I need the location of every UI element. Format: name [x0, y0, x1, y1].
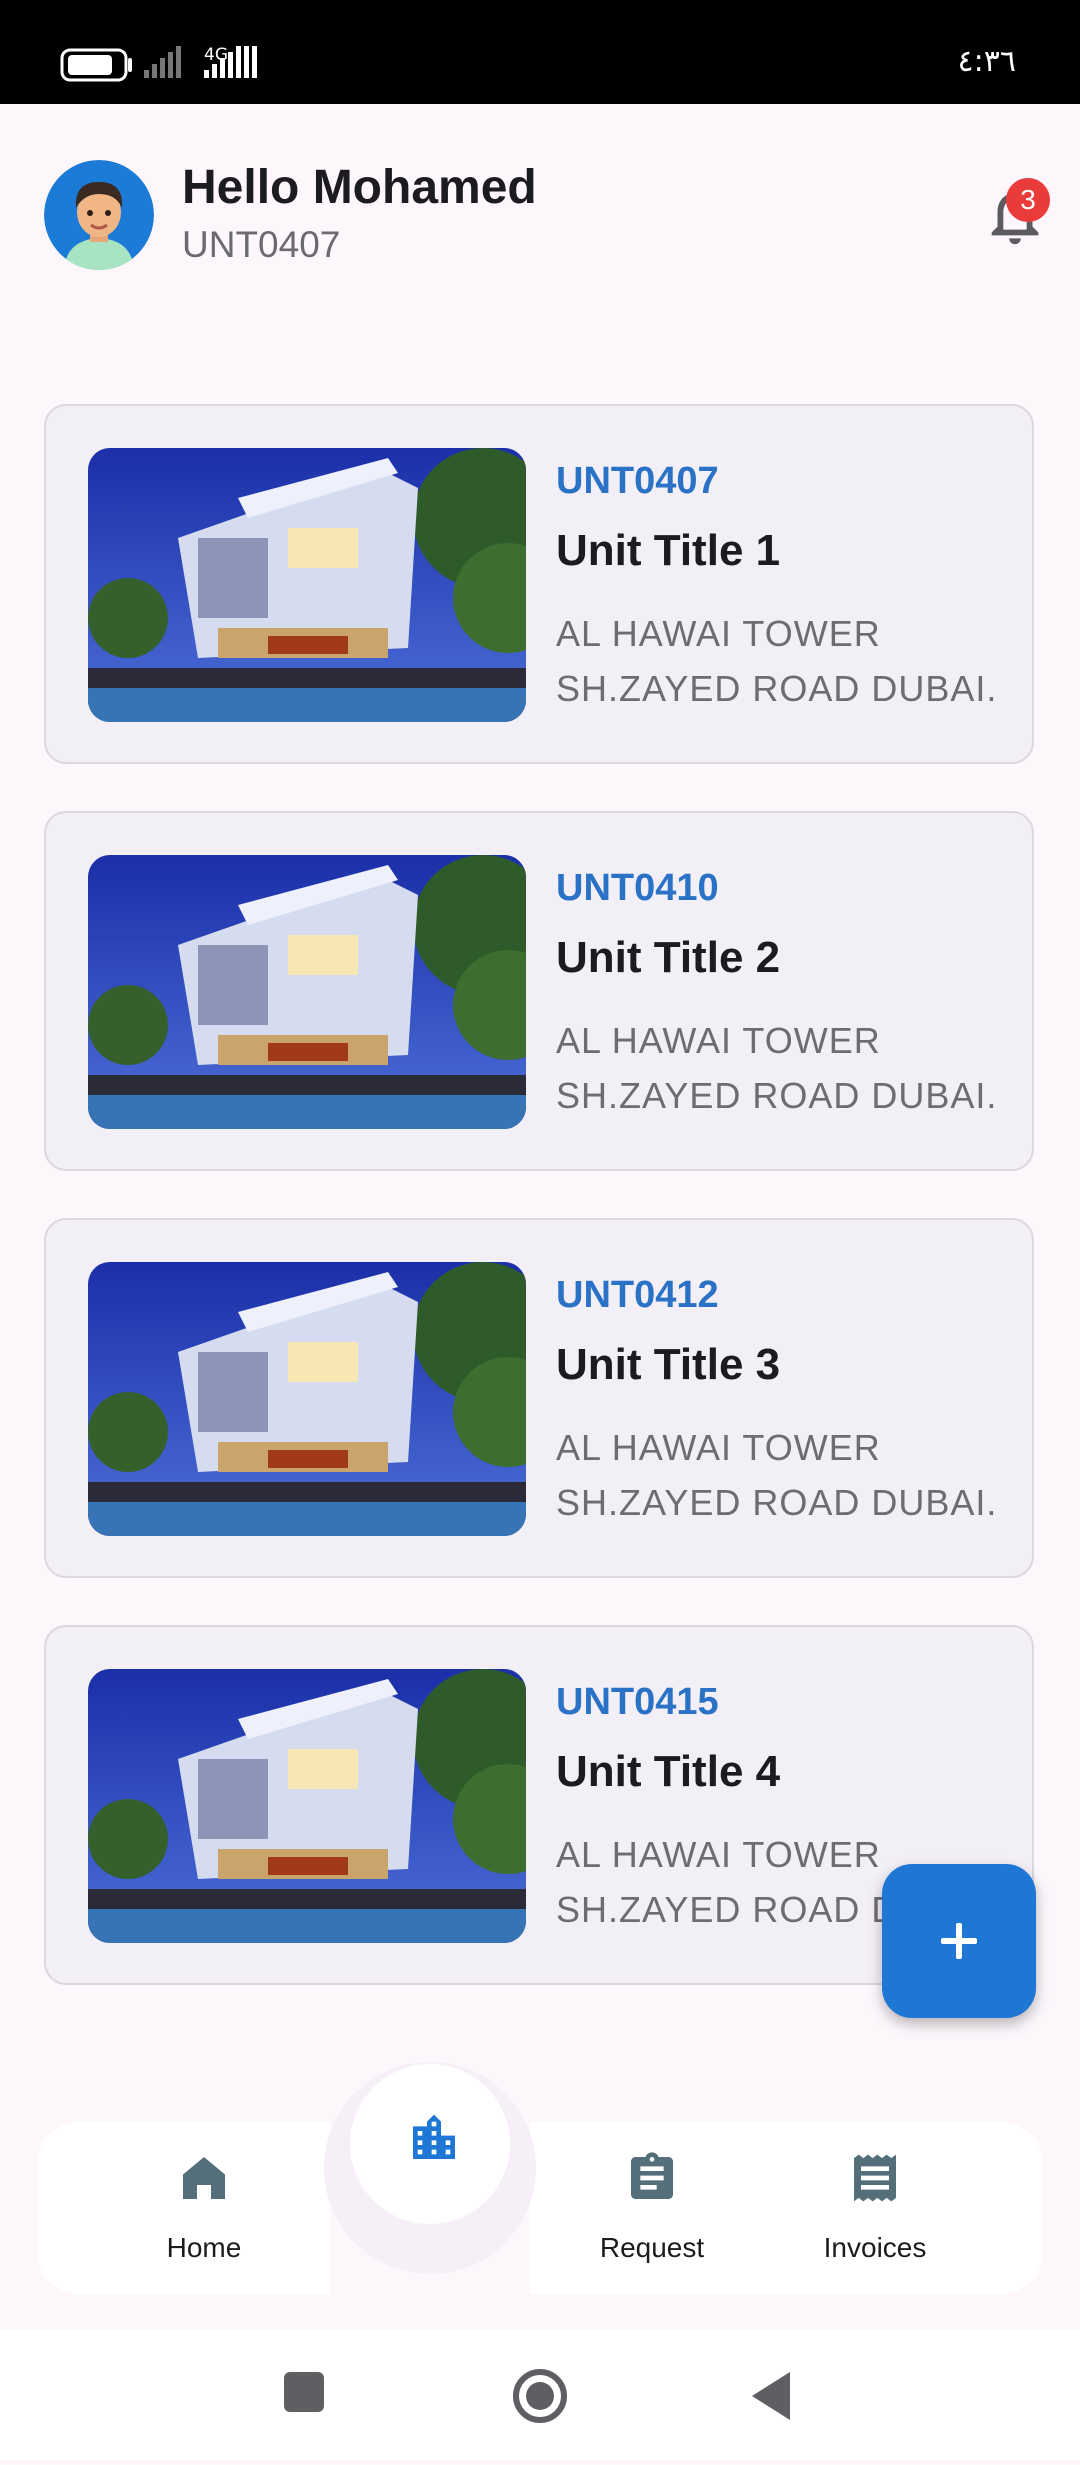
unit-image [88, 1262, 526, 1536]
nav-label-home: Home [166, 2232, 242, 2263]
unit-address-line2: SH.ZAYED ROAD DUBAI. [556, 1075, 998, 1116]
unit-image [88, 448, 526, 722]
status-icons: 4G [60, 45, 257, 82]
unit-address-line2: SH.ZAYED ROAD DUBAI. [556, 668, 998, 709]
system-nav-bar [0, 2330, 1080, 2460]
nav-item-units[interactable] [350, 2064, 510, 2224]
receipt-icon [854, 2154, 896, 2202]
unit-card[interactable]: UNT0412 Unit Title 3 AL HAWAI TOWER SH.Z… [44, 1218, 1034, 1578]
square-icon [284, 2372, 324, 2412]
back-triangle-icon [752, 2372, 790, 2420]
signal-icon [144, 46, 181, 78]
status-bar: 4G ٤:٣٦ [0, 0, 1080, 104]
unit-title: Unit Title 1 [556, 526, 781, 575]
unit-image [88, 855, 526, 1129]
unit-code: UNT0410 [556, 867, 719, 909]
unit-card[interactable]: UNT0407 Unit Title 1 AL HAWAI TOWER SH.Z… [44, 404, 1034, 764]
unit-address-line1: AL HAWAI TOWER [556, 1427, 881, 1468]
nav-label-invoices: Invoices [823, 2232, 927, 2263]
status-time: ٤:٣٦ [957, 44, 1016, 79]
unit-address-line2: SH.ZAYED ROAD DUBAI. [556, 1482, 998, 1523]
nav-item-invoices[interactable]: Invoices [775, 2150, 975, 2280]
notification-badge: 3 [1006, 178, 1050, 222]
unit-code: UNT0407 [556, 460, 719, 502]
unit-title: Unit Title 3 [556, 1340, 781, 1389]
unit-code: UNT0415 [556, 1681, 719, 1723]
recents-button[interactable] [284, 2372, 324, 2412]
nav-item-home[interactable]: Home [104, 2150, 304, 2280]
unit-card[interactable]: UNT0410 Unit Title 2 AL HAWAI TOWER SH.Z… [44, 811, 1034, 1171]
unit-code: UNT0412 [556, 1274, 719, 1316]
clipboard-icon [631, 2152, 673, 2199]
building-icon [413, 2114, 455, 2159]
circle-icon [526, 2382, 554, 2410]
back-button[interactable] [752, 2372, 790, 2420]
add-unit-button[interactable] [882, 1864, 1036, 2018]
plus-icon [941, 1923, 977, 1959]
avatar[interactable] [44, 160, 154, 270]
unit-address-line1: AL HAWAI TOWER [556, 613, 881, 654]
unit-address-line1: AL HAWAI TOWER [556, 1020, 881, 1061]
unit-title: Unit Title 2 [556, 933, 781, 982]
unit-title: Unit Title 4 [556, 1747, 781, 1796]
unit-image [88, 1669, 526, 1943]
nav-label-request: Request [599, 2232, 705, 2263]
nav-item-request[interactable]: Request [552, 2150, 752, 2280]
current-unit-code: UNT0407 [182, 224, 341, 265]
greeting: Hello Mohamed [182, 161, 537, 214]
battery-icon [60, 48, 132, 82]
home-system-button[interactable] [513, 2369, 567, 2423]
unit-address: AL HAWAI TOWER SH.ZAYED ROAD DUBAI. [556, 606, 997, 716]
home-icon [183, 2157, 225, 2199]
unit-address: AL HAWAI TOWER SH.ZAYED ROAD DUBAI. [556, 1013, 997, 1123]
unit-address: AL HAWAI TOWER SH.ZAYED ROAD DUBAI. [556, 1420, 997, 1530]
